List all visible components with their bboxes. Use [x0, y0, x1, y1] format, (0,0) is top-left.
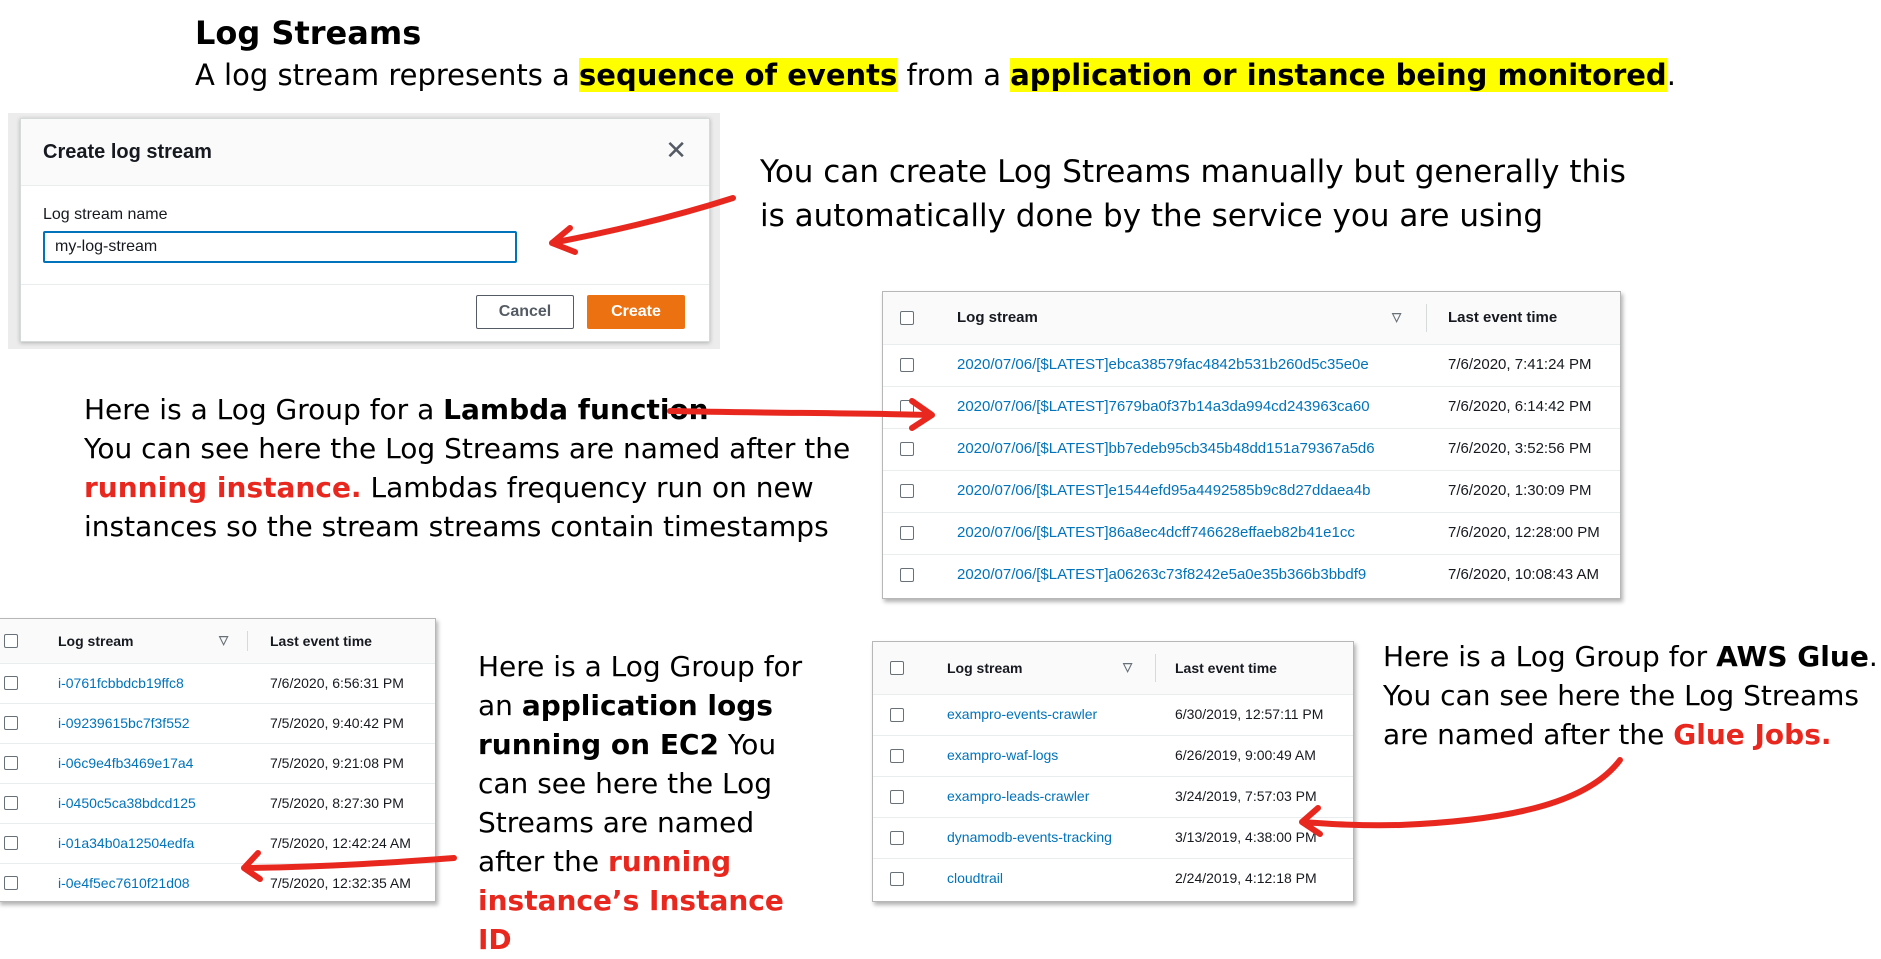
annotation-arrows — [241, 195, 1623, 882]
arrow-to-glue-row — [1299, 757, 1623, 837]
arrow-to-ec2-row — [241, 850, 457, 882]
arrow-to-input — [549, 195, 736, 255]
arrow-to-lambda-table — [667, 398, 935, 431]
